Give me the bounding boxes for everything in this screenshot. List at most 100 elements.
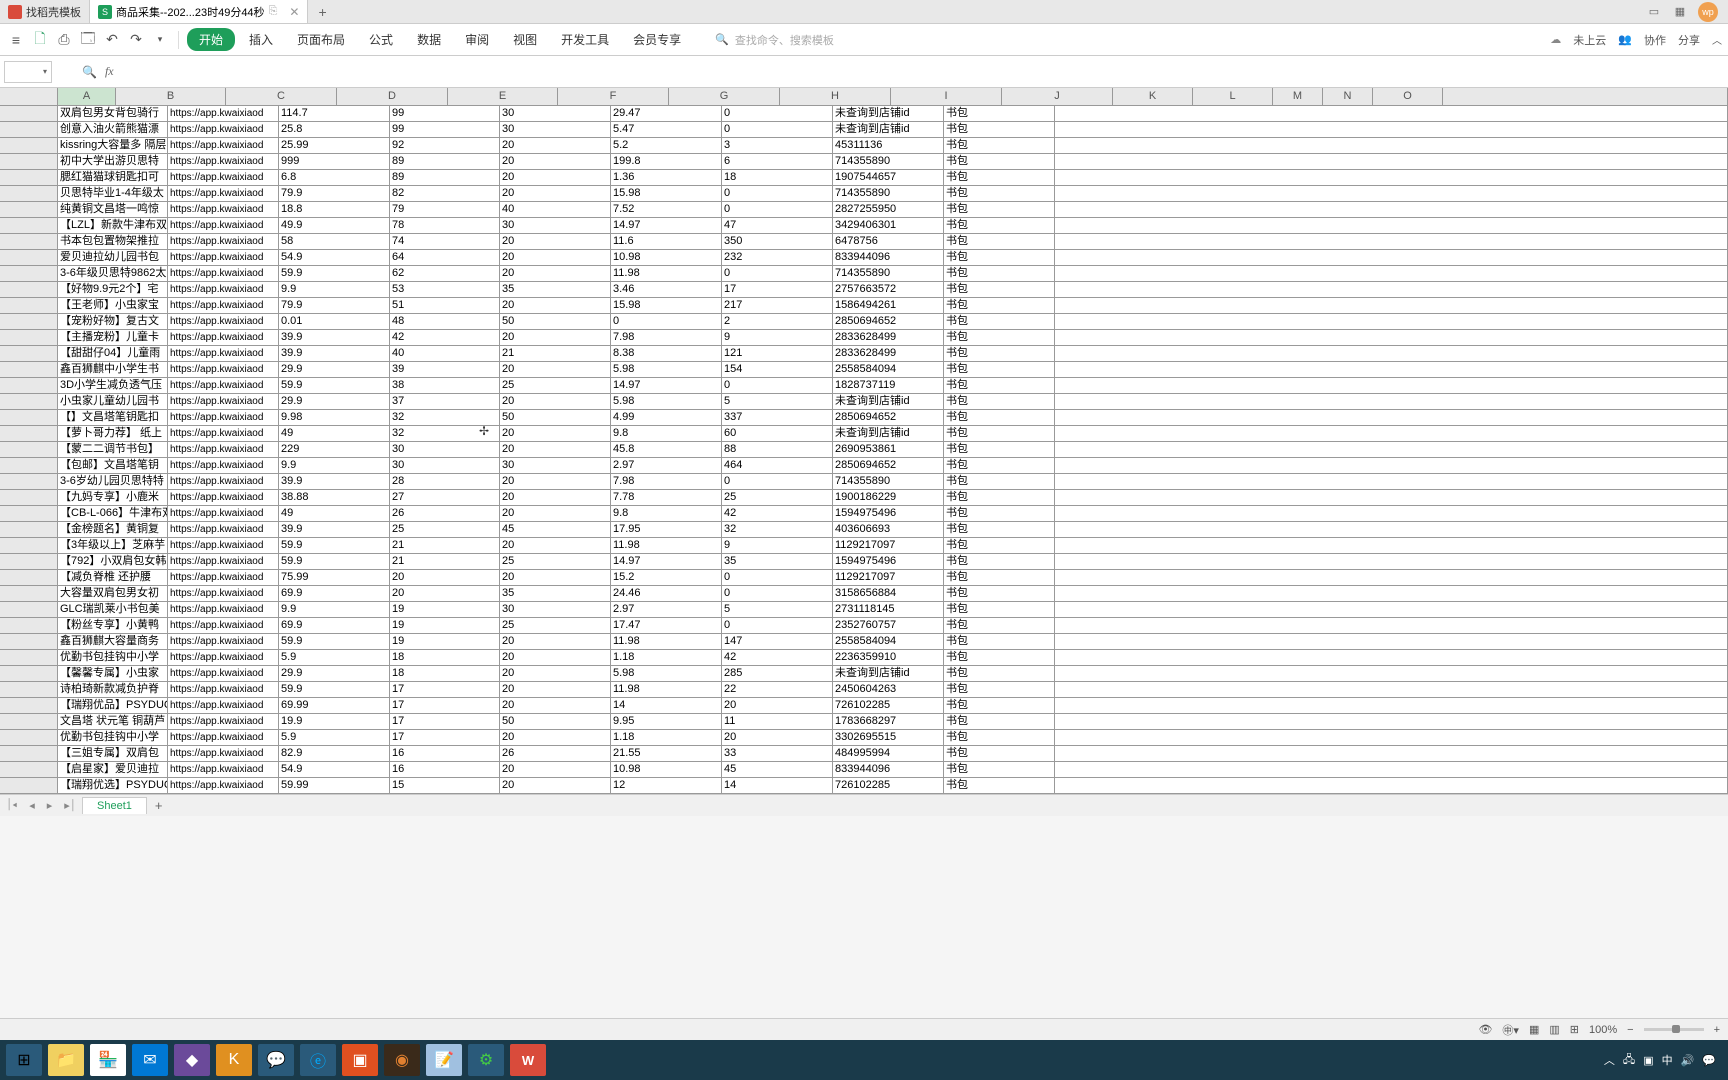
col-header-N[interactable]: N <box>1323 88 1373 105</box>
cell[interactable]: 5.98 <box>611 394 722 409</box>
cell[interactable]: 1907544657 <box>833 170 944 185</box>
cell[interactable]: 59.9 <box>279 378 390 393</box>
cell[interactable]: 69.9 <box>279 586 390 601</box>
row-header[interactable] <box>0 458 58 473</box>
cell[interactable]: 书包 <box>944 586 1055 601</box>
table-row[interactable]: 3-6年级贝思特9862太https://app.kwaixiaod59.962… <box>0 266 1728 282</box>
cell[interactable]: 232 <box>722 250 833 265</box>
cell[interactable]: 0.01 <box>279 314 390 329</box>
chevron-down-icon[interactable]: ▾ <box>43 67 47 76</box>
cell[interactable]: 书包 <box>944 138 1055 153</box>
cell[interactable]: 5.47 <box>611 122 722 137</box>
row-header[interactable] <box>0 634 58 649</box>
cell[interactable]: 45311136 <box>833 138 944 153</box>
cell[interactable]: 14 <box>611 698 722 713</box>
cell[interactable]: https://app.kwaixiaod <box>168 394 279 409</box>
cell[interactable]: 21 <box>390 554 500 569</box>
cell[interactable]: https://app.kwaixiaod <box>168 250 279 265</box>
cell[interactable]: 7.98 <box>611 330 722 345</box>
table-row[interactable]: kissring大容量多 隔层https://app.kwaixiaod25.9… <box>0 138 1728 154</box>
cell[interactable]: https://app.kwaixiaod <box>168 666 279 681</box>
cell[interactable]: https://app.kwaixiaod <box>168 138 279 153</box>
cell[interactable]: 50 <box>500 314 611 329</box>
cell[interactable]: 书包 <box>944 394 1055 409</box>
cell[interactable]: 42 <box>722 506 833 521</box>
cloud-icon[interactable]: ☁ <box>1550 33 1561 46</box>
cell[interactable]: 书包 <box>944 218 1055 233</box>
row-header[interactable] <box>0 330 58 345</box>
row-header[interactable] <box>0 234 58 249</box>
cell[interactable]: 30 <box>500 602 611 617</box>
cell[interactable]: 32 <box>390 426 500 441</box>
col-header-A[interactable]: A <box>58 88 116 105</box>
row-header[interactable] <box>0 298 58 313</box>
cell[interactable]: 书包 <box>944 634 1055 649</box>
table-row[interactable]: 【好物9.9元2个】宅https://app.kwaixiaod9.953353… <box>0 282 1728 298</box>
cell[interactable]: 优勤书包挂钩中小学 <box>58 730 168 745</box>
col-header-F[interactable]: F <box>558 88 669 105</box>
row-header[interactable] <box>0 538 58 553</box>
table-row[interactable]: 创意入油火箭熊猫漂https://app.kwaixiaod25.899305.… <box>0 122 1728 138</box>
cell[interactable]: 0 <box>722 202 833 217</box>
cell[interactable]: 20 <box>500 698 611 713</box>
cell[interactable]: 【粉丝专享】小黄鸭 <box>58 618 168 633</box>
cell[interactable]: 书包 <box>944 186 1055 201</box>
row-header[interactable] <box>0 250 58 265</box>
cell[interactable]: 7.98 <box>611 474 722 489</box>
cell[interactable]: 1783668297 <box>833 714 944 729</box>
taskbar-app-purple[interactable]: ◆ <box>174 1044 210 1076</box>
cell[interactable]: 48 <box>390 314 500 329</box>
cell[interactable]: 53 <box>390 282 500 297</box>
cell[interactable]: 69.9 <box>279 618 390 633</box>
cell[interactable]: 2827255950 <box>833 202 944 217</box>
cell[interactable]: 54.9 <box>279 762 390 777</box>
taskbar-app-store[interactable]: 🏪 <box>90 1044 126 1076</box>
cell[interactable]: https://app.kwaixiaod <box>168 602 279 617</box>
cell[interactable]: 27 <box>390 490 500 505</box>
cell[interactable]: 20 <box>500 154 611 169</box>
cell[interactable]: 42 <box>390 330 500 345</box>
cell[interactable]: 32 <box>390 410 500 425</box>
cell[interactable]: 29.9 <box>279 666 390 681</box>
cell[interactable]: 49 <box>279 426 390 441</box>
cell[interactable]: 5 <box>722 602 833 617</box>
cell[interactable]: 20 <box>500 490 611 505</box>
cell[interactable]: 未查询到店铺id <box>833 666 944 681</box>
cell[interactable]: https://app.kwaixiaod <box>168 266 279 281</box>
cell[interactable]: https://app.kwaixiaod <box>168 634 279 649</box>
cell[interactable]: 创意入油火箭熊猫漂 <box>58 122 168 137</box>
cell[interactable]: https://app.kwaixiaod <box>168 442 279 457</box>
cell[interactable]: 20 <box>722 730 833 745</box>
col-header-I[interactable]: I <box>891 88 1002 105</box>
view-page-icon[interactable]: ▥ <box>1549 1023 1559 1036</box>
cell[interactable]: 未查询到店铺id <box>833 394 944 409</box>
cell[interactable]: 39.9 <box>279 522 390 537</box>
table-row[interactable]: 贝思特毕业1-4年级太https://app.kwaixiaod79.98220… <box>0 186 1728 202</box>
cell[interactable]: 82 <box>390 186 500 201</box>
cell[interactable]: 【金榜题名】黄铜复 <box>58 522 168 537</box>
tray-notify-icon[interactable]: 💬 <box>1702 1054 1716 1067</box>
print-icon[interactable]: ⎙ <box>54 30 74 50</box>
cell[interactable]: 17 <box>390 714 500 729</box>
cell[interactable]: https://app.kwaixiaod <box>168 122 279 137</box>
cell[interactable]: 0 <box>722 586 833 601</box>
cell[interactable]: 书包 <box>944 298 1055 313</box>
cell[interactable]: 45 <box>722 762 833 777</box>
cell[interactable]: 49.9 <box>279 218 390 233</box>
cell[interactable]: https://app.kwaixiaod <box>168 682 279 697</box>
preview-icon[interactable]: 🗔 <box>78 30 98 50</box>
cell[interactable]: https://app.kwaixiaod <box>168 234 279 249</box>
menu-data[interactable]: 数据 <box>407 27 451 52</box>
cell[interactable]: 59.9 <box>279 538 390 553</box>
table-row[interactable]: 书本包包置物架推拉https://app.kwaixiaod58742011.6… <box>0 234 1728 250</box>
cell[interactable]: 285 <box>722 666 833 681</box>
table-row[interactable]: GLC瑞凯莱小书包美https://app.kwaixiaod9.919302.… <box>0 602 1728 618</box>
cell[interactable]: 714355890 <box>833 266 944 281</box>
cell[interactable]: 文昌塔 状元笔 铜葫芦 <box>58 714 168 729</box>
cell[interactable]: 【瑞翔优品】PSYDUC <box>58 698 168 713</box>
cell[interactable]: https://app.kwaixiaod <box>168 378 279 393</box>
cell[interactable]: 714355890 <box>833 186 944 201</box>
cell[interactable]: 35 <box>500 586 611 601</box>
row-header[interactable] <box>0 170 58 185</box>
cell[interactable]: 79.9 <box>279 186 390 201</box>
